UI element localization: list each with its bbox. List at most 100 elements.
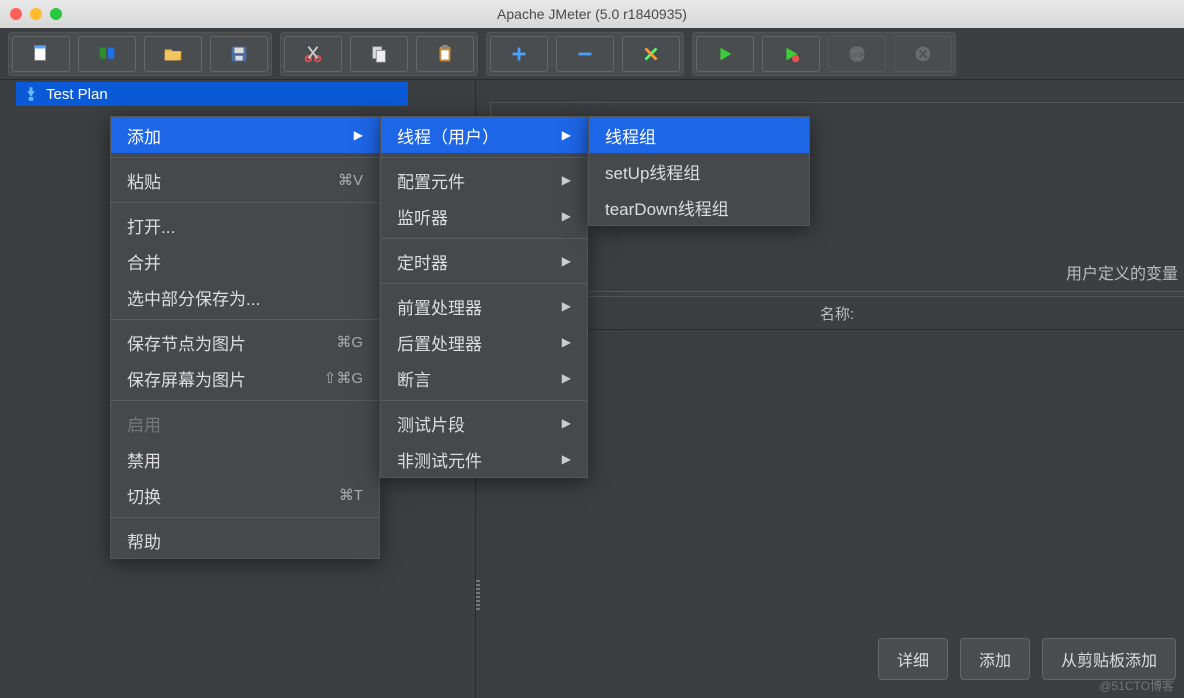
menu-item-label: 切换 [127,483,161,508]
templates-button[interactable] [78,36,136,72]
menu-item-label: 粘贴 [127,168,161,193]
menu-item-shortcut: ⇧⌘G [324,369,363,387]
menu-item-label: 合并 [127,249,161,274]
menu-item-label: 选中部分保存为... [127,285,260,310]
menu-item-label: 测试片段 [397,411,465,436]
context-menu-item[interactable]: 合并 [111,243,379,279]
context-menu-item[interactable]: 添加▶ [111,117,379,153]
submenu-add-item[interactable]: 断言 ▶ [381,360,587,396]
menu-item-shortcut: ⌘V [338,171,363,189]
window-title: Apache JMeter (5.0 r1840935) [497,6,687,22]
menu-item-shortcut: ⌘T [339,486,363,504]
submenu-add-item[interactable]: 监听器 ▶ [381,198,587,234]
submenu-add-item[interactable]: 后置处理器▶ [381,324,587,360]
menu-item-label: 添加 [127,123,161,148]
menu-item-label: 保存节点为图片 [127,330,246,355]
menu-item-shortcut: ⌘G [336,333,363,351]
tree-root-label: Test Plan [46,86,108,103]
submenu-threads-item[interactable]: setUp线程组 [589,153,809,189]
expand-button[interactable] [490,36,548,72]
shutdown-button[interactable] [894,36,952,72]
open-button[interactable] [144,36,202,72]
menu-item-label: 定时器 [397,249,448,274]
submenu-threads: 线程组 setUp线程组 tearDown线程组 [588,116,810,226]
submenu-arrow-icon: ▶ [562,173,571,187]
submenu-arrow-icon: ▶ [562,335,571,349]
submenu-threads-item[interactable]: 线程组 [589,117,809,153]
stop-button[interactable]: STOP [828,36,886,72]
context-menu-item[interactable]: 粘贴 ⌘V [111,162,379,198]
context-menu-item: 启用 [111,405,379,441]
from-clipboard-button[interactable]: 从剪贴板添加 [1042,638,1176,680]
submenu-add-item[interactable]: 配置元件▶ [381,162,587,198]
context-menu-separator [111,202,379,203]
context-menu-item[interactable]: 帮助 [111,522,379,558]
copy-button[interactable] [350,36,408,72]
menu-item-label: 启用 [127,411,161,436]
submenu-arrow-icon: ▶ [562,209,571,223]
submenu-add-item[interactable]: 定时器 ▶ [381,243,587,279]
collapse-button[interactable] [556,36,614,72]
context-menu-separator [111,157,379,158]
menu-item-label: 前置处理器 [397,294,482,319]
submenu-add-separator [381,238,587,239]
paste-button[interactable] [416,36,474,72]
submenu-arrow-icon: ▶ [562,299,571,313]
menu-item-label: 保存屏幕为图片 [127,366,246,391]
context-menu-item[interactable]: 打开... [111,207,379,243]
detail-button[interactable]: 详细 [878,638,948,680]
minimize-icon[interactable] [30,8,42,20]
variables-panel-title: 用户定义的变量 [1066,260,1178,284]
cut-button[interactable] [284,36,342,72]
maximize-icon[interactable] [50,8,62,20]
splitter-handle[interactable] [476,580,480,610]
menu-item-label: 禁用 [127,447,161,472]
submenu-add-item[interactable]: 非测试元件▶ [381,441,587,477]
submenu-add-item[interactable]: 线程（用户） ▶ [381,117,587,153]
start-button[interactable] [696,36,754,72]
tree-root-node[interactable]: Test Plan [16,82,408,106]
context-menu-item[interactable]: 选中部分保存为... [111,279,379,315]
submenu-add-separator [381,157,587,158]
toolbar-group-file [8,32,272,76]
toolbar-group-run: STOP [692,32,956,76]
submenu-arrow-icon: ▶ [562,416,571,430]
toolbar: STOP [0,28,1184,80]
toggle-button[interactable] [622,36,680,72]
context-menu-item[interactable]: 保存节点为图片 ⌘G [111,324,379,360]
submenu-add-separator [381,400,587,401]
bottom-button-row: 详细 添加 从剪贴板添加 [878,638,1176,680]
save-button[interactable] [210,36,268,72]
new-button[interactable] [12,36,70,72]
menu-item-label: 断言 [397,366,431,391]
submenu-add-item[interactable]: 前置处理器 ▶ [381,288,587,324]
context-menu: 添加▶ 粘贴 ⌘V 打开... 合并选中部分保存为... 保存节点为图片 ⌘G 保存屏幕为图片… [110,116,380,559]
context-menu-item[interactable]: 保存屏幕为图片 ⇧⌘G [111,360,379,396]
submenu-arrow-icon: ▶ [562,254,571,268]
menu-item-label: 打开... [127,213,175,238]
name-column-header: 名称: [490,296,1184,330]
context-menu-separator [111,517,379,518]
menu-item-label: setUp线程组 [605,159,700,184]
context-menu-item[interactable]: 禁用 [111,441,379,477]
context-menu-separator [111,400,379,401]
submenu-threads-item[interactable]: tearDown线程组 [589,189,809,225]
add-button[interactable]: 添加 [960,638,1030,680]
menu-item-label: 监听器 [397,204,448,229]
watermark: @51CTO博客 [1099,677,1174,694]
submenu-arrow-icon: ▶ [562,371,571,385]
menu-item-label: tearDown线程组 [605,195,729,220]
toolbar-group-edit [280,32,478,76]
close-icon[interactable] [10,8,22,20]
menu-item-label: 线程组 [605,123,656,148]
context-menu-item[interactable]: 切换 ⌘T [111,477,379,513]
toolbar-group-modify [486,32,684,76]
submenu-add-item[interactable]: 测试片段 ▶ [381,405,587,441]
submenu-add-separator [381,283,587,284]
menu-item-label: 非测试元件 [397,447,482,472]
test-plan-icon [22,85,40,103]
start-no-timers-button[interactable] [762,36,820,72]
submenu-arrow-icon: ▶ [562,128,571,142]
menu-item-label: 帮助 [127,528,161,553]
menu-item-label: 线程（用户） [397,123,499,148]
